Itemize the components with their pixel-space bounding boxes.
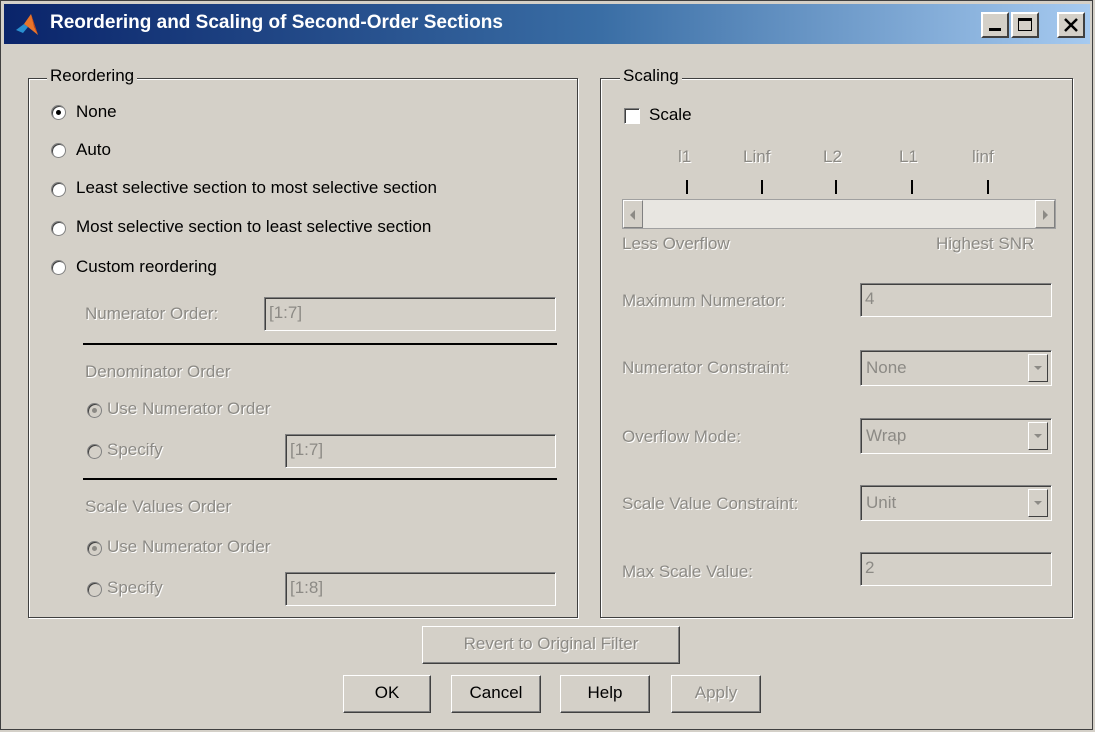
- scale-checkbox-label: Scale: [649, 105, 692, 124]
- radio-custom-label: Custom reordering: [76, 257, 217, 276]
- apply-button[interactable]: Apply: [671, 675, 761, 713]
- radio-selected-dot: [56, 110, 61, 115]
- slider-tick: [911, 180, 913, 194]
- numerator-order-label: Numerator Order:: [85, 304, 219, 323]
- slider-tick: [987, 180, 989, 194]
- scale-specify-label: Specify: [107, 578, 163, 597]
- separator: [83, 343, 557, 345]
- radio-most-to-least-label: Most selective section to least selectiv…: [76, 217, 432, 236]
- close-button[interactable]: [1057, 12, 1085, 38]
- radio-most-to-least[interactable]: [51, 221, 66, 236]
- numerator-constraint-select[interactable]: None: [860, 350, 1052, 386]
- slider-tick-label: l1: [678, 147, 692, 166]
- scale-value-constraint-label: Scale Value Constraint:: [622, 494, 799, 513]
- chevron-down-icon[interactable]: [1028, 422, 1048, 450]
- maximize-button[interactable]: [1011, 12, 1039, 38]
- radio-least-to-most[interactable]: [51, 182, 66, 197]
- chevron-down-icon[interactable]: [1028, 489, 1048, 517]
- radio-auto[interactable]: [51, 143, 66, 158]
- scale-values-order-field[interactable]: [1:8]: [285, 572, 556, 606]
- slider-right-label: Highest SNR: [936, 234, 1035, 253]
- radio-selected-dot: [92, 408, 97, 413]
- numerator-constraint-value: None: [866, 358, 907, 377]
- minimize-button[interactable]: [981, 12, 1009, 38]
- reordering-group-label: Reordering: [47, 66, 138, 86]
- max-scale-value-label: Max Scale Value:: [622, 562, 754, 581]
- radio-scale-use-numerator[interactable]: [87, 541, 102, 556]
- separator: [83, 478, 557, 480]
- slider-left-arrow[interactable]: [623, 200, 643, 228]
- radio-custom[interactable]: [51, 260, 66, 275]
- numerator-constraint-label: Numerator Constraint:: [622, 358, 790, 377]
- max-numerator-field[interactable]: 4: [860, 283, 1052, 317]
- slider-tick-label: L2: [823, 147, 842, 166]
- max-numerator-label: Maximum Numerator:: [622, 291, 786, 310]
- dialog-window: Reordering and Scaling of Second-Order S…: [0, 0, 1093, 730]
- scale-values-order-heading: Scale Values Order: [85, 497, 232, 516]
- overflow-mode-value: Wrap: [866, 426, 907, 445]
- scale-use-numerator-label: Use Numerator Order: [107, 537, 271, 556]
- scaling-slider[interactable]: [622, 199, 1056, 229]
- chevron-down-icon[interactable]: [1028, 354, 1048, 382]
- scale-checkbox[interactable]: [624, 108, 640, 124]
- numerator-order-field[interactable]: [1:7]: [264, 297, 556, 331]
- slider-tick: [686, 180, 688, 194]
- window-title: Reordering and Scaling of Second-Order S…: [50, 12, 503, 33]
- denominator-order-field[interactable]: [1:7]: [285, 434, 556, 468]
- radio-none[interactable]: [51, 105, 66, 120]
- slider-right-arrow[interactable]: [1035, 200, 1055, 228]
- chevron-right-icon: [1043, 210, 1048, 220]
- slider-tick: [761, 180, 763, 194]
- minimize-icon: [989, 28, 1001, 31]
- close-icon: [1064, 18, 1078, 32]
- radio-denominator-use-numerator[interactable]: [87, 403, 102, 418]
- radio-scale-specify[interactable]: [87, 582, 102, 597]
- scaling-group-label: Scaling: [620, 66, 682, 86]
- title-bar[interactable]: Reordering and Scaling of Second-Order S…: [4, 4, 1090, 44]
- slider-tick-label: Linf: [743, 147, 771, 166]
- radio-auto-label: Auto: [76, 140, 111, 159]
- denominator-use-numerator-label: Use Numerator Order: [107, 399, 271, 418]
- radio-selected-dot: [92, 546, 97, 551]
- slider-tick: [835, 180, 837, 194]
- radio-none-label: None: [76, 102, 117, 121]
- scale-value-constraint-value: Unit: [866, 493, 897, 512]
- denominator-order-heading: Denominator Order: [85, 362, 231, 381]
- radio-least-to-most-label: Least selective section to most selectiv…: [76, 178, 437, 197]
- ok-button[interactable]: OK: [343, 675, 431, 713]
- denominator-specify-label: Specify: [107, 440, 163, 459]
- max-scale-value-field[interactable]: 2: [860, 552, 1052, 586]
- slider-tick-label: L1: [899, 147, 918, 166]
- overflow-mode-label: Overflow Mode:: [622, 427, 742, 446]
- slider-left-label: Less Overflow: [622, 234, 730, 253]
- chevron-left-icon: [630, 210, 635, 220]
- radio-denominator-specify[interactable]: [87, 444, 102, 459]
- overflow-mode-select[interactable]: Wrap: [860, 418, 1052, 454]
- matlab-logo-icon: [16, 14, 38, 35]
- cancel-button[interactable]: Cancel: [451, 675, 541, 713]
- slider-tick-label: linf: [972, 147, 994, 166]
- revert-to-original-filter-button[interactable]: Revert to Original Filter: [422, 626, 680, 664]
- help-button[interactable]: Help: [560, 675, 650, 713]
- maximize-icon: [1018, 18, 1032, 31]
- scale-value-constraint-select[interactable]: Unit: [860, 485, 1052, 521]
